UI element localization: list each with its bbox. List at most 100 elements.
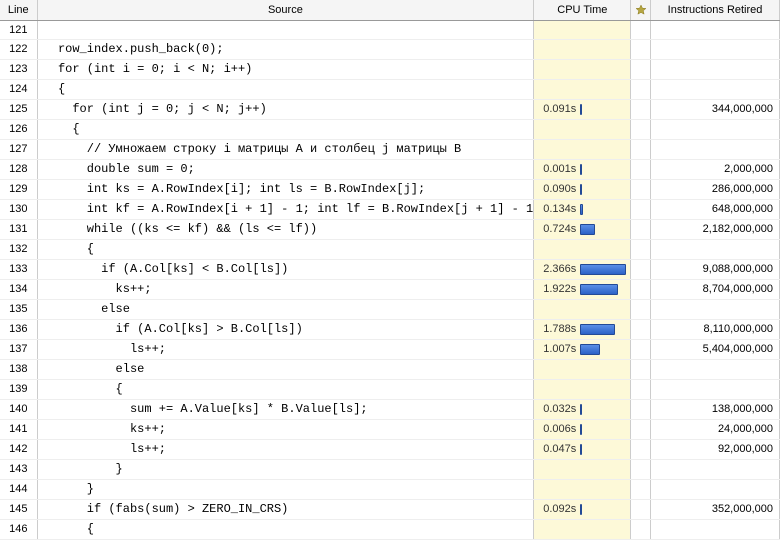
source-code: { — [38, 380, 534, 399]
source-code: while ((ks <= kf) && (ls <= lf)) — [38, 220, 534, 239]
table-header: Line Source CPU Time Instructions Retire… — [0, 0, 780, 20]
source-code: { — [38, 520, 534, 539]
table-row[interactable]: 132 { — [0, 239, 780, 259]
table-row[interactable]: 126 { — [0, 119, 780, 139]
cpu-time-value: 0.134s — [538, 203, 576, 215]
column-header-instructions[interactable]: Instructions Retired — [651, 0, 780, 20]
source-cell: { — [37, 379, 534, 399]
table-row[interactable]: 143 } — [0, 459, 780, 479]
cpu-time-bar — [580, 184, 626, 195]
star-cell — [631, 459, 651, 479]
cpu-time-value: 0.092s — [538, 503, 576, 515]
column-header-cpu-time[interactable]: CPU Time — [534, 0, 631, 20]
table-row[interactable]: 123 for (int i = 0; i < N; i++) — [0, 59, 780, 79]
cpu-time-cell — [534, 459, 631, 479]
source-code: if (fabs(sum) > ZERO_IN_CRS) — [38, 500, 534, 519]
line-number: 132 — [0, 239, 37, 259]
source-code: ks++; — [38, 420, 534, 439]
source-cell: int ks = A.RowIndex[i]; int ls = B.RowIn… — [37, 179, 534, 199]
source-cell: ls++; — [37, 339, 534, 359]
table-row[interactable]: 125 for (int j = 0; j < N; j++)0.091s344… — [0, 99, 780, 119]
star-cell — [631, 399, 651, 419]
star-cell — [631, 359, 651, 379]
line-number: 127 — [0, 139, 37, 159]
source-code: row_index.push_back(0); — [38, 40, 534, 59]
table-row[interactable]: 140 sum += A.Value[ks] * B.Value[ls];0.0… — [0, 399, 780, 419]
line-number: 129 — [0, 179, 37, 199]
table-row[interactable]: 124 { — [0, 79, 780, 99]
table-row[interactable]: 142 ls++;0.047s92,000,000 — [0, 439, 780, 459]
source-code: } — [38, 480, 534, 499]
star-cell — [631, 439, 651, 459]
instructions-retired-cell: 8,110,000,000 — [651, 319, 780, 339]
cpu-time-value: 0.724s — [538, 223, 576, 235]
source-cell — [37, 20, 534, 39]
cpu-time-bar — [580, 344, 626, 355]
instructions-retired-cell: 92,000,000 — [651, 439, 780, 459]
line-number: 126 — [0, 119, 37, 139]
table-row[interactable]: 135 else — [0, 299, 780, 319]
star-cell — [631, 379, 651, 399]
star-cell — [631, 299, 651, 319]
line-number: 144 — [0, 479, 37, 499]
line-number: 124 — [0, 79, 37, 99]
table-row[interactable]: 133 if (A.Col[ks] < B.Col[ls])2.366s9,08… — [0, 259, 780, 279]
source-code: else — [38, 360, 534, 379]
cpu-time-cell — [534, 379, 631, 399]
table-row[interactable]: 122 row_index.push_back(0); — [0, 39, 780, 59]
table-row[interactable]: 146 { — [0, 519, 780, 539]
table-row[interactable]: 130 int kf = A.RowIndex[i + 1] - 1; int … — [0, 199, 780, 219]
source-cell: sum += A.Value[ks] * B.Value[ls]; — [37, 399, 534, 419]
instructions-retired-cell — [651, 239, 780, 259]
source-cell: while ((ks <= kf) && (ls <= lf)) — [37, 219, 534, 239]
source-cell: } — [37, 459, 534, 479]
cpu-time-cell: 0.006s — [534, 419, 631, 439]
star-cell — [631, 20, 651, 39]
source-cell: for (int j = 0; j < N; j++) — [37, 99, 534, 119]
table-row[interactable]: 137 ls++;1.007s 5,404,000,000 — [0, 339, 780, 359]
cpu-time-cell: 2.366s — [534, 259, 631, 279]
source-code: for (int i = 0; i < N; i++) — [38, 60, 534, 79]
instructions-retired-cell — [651, 39, 780, 59]
table-row[interactable]: 139 { — [0, 379, 780, 399]
line-number: 137 — [0, 339, 37, 359]
table-row[interactable]: 138 else — [0, 359, 780, 379]
table-row[interactable]: 134 ks++;1.922s8,704,000,000 — [0, 279, 780, 299]
table-row[interactable]: 128 double sum = 0;0.001s2,000,000 — [0, 159, 780, 179]
cpu-time-cell — [534, 79, 631, 99]
star-cell — [631, 159, 651, 179]
instructions-retired-cell — [651, 519, 780, 539]
line-number: 139 — [0, 379, 37, 399]
source-code: int kf = A.RowIndex[i + 1] - 1; int lf =… — [38, 200, 534, 219]
table-row[interactable]: 131 while ((ks <= kf) && (ls <= lf))0.72… — [0, 219, 780, 239]
cpu-time-cell: 1.007s — [534, 339, 631, 359]
table-row[interactable]: 127 // Умножаем строку i матрицы A и сто… — [0, 139, 780, 159]
source-cell: else — [37, 359, 534, 379]
source-code: { — [38, 120, 534, 139]
source-cell: row_index.push_back(0); — [37, 39, 534, 59]
source-cell: for (int i = 0; i < N; i++) — [37, 59, 534, 79]
table-row[interactable]: 141 ks++;0.006s24,000,000 — [0, 419, 780, 439]
table-row[interactable]: 145 if (fabs(sum) > ZERO_IN_CRS)0.092s35… — [0, 499, 780, 519]
line-number: 146 — [0, 519, 37, 539]
source-code: ls++; — [38, 340, 534, 359]
source-cell: ks++; — [37, 419, 534, 439]
cpu-time-value: 0.006s — [538, 423, 576, 435]
star-cell — [631, 419, 651, 439]
table-row[interactable]: 144 } — [0, 479, 780, 499]
table-row[interactable]: 129 int ks = A.RowIndex[i]; int ls = B.R… — [0, 179, 780, 199]
cpu-time-cell — [534, 479, 631, 499]
column-header-source[interactable]: Source — [37, 0, 534, 20]
source-cell: if (A.Col[ks] > B.Col[ls]) — [37, 319, 534, 339]
instructions-retired-cell: 648,000,000 — [651, 199, 780, 219]
column-header-line[interactable]: Line — [0, 0, 37, 20]
instructions-retired-cell — [651, 79, 780, 99]
table-row[interactable]: 121 — [0, 20, 780, 39]
source-cell: { — [37, 79, 534, 99]
column-header-star[interactable] — [631, 0, 651, 20]
cpu-time-cell — [534, 119, 631, 139]
instructions-retired-cell: 5,404,000,000 — [651, 339, 780, 359]
source-cell: int kf = A.RowIndex[i + 1] - 1; int lf =… — [37, 199, 534, 219]
table-row[interactable]: 136 if (A.Col[ks] > B.Col[ls])1.788s8,11… — [0, 319, 780, 339]
cpu-time-cell: 1.922s — [534, 279, 631, 299]
